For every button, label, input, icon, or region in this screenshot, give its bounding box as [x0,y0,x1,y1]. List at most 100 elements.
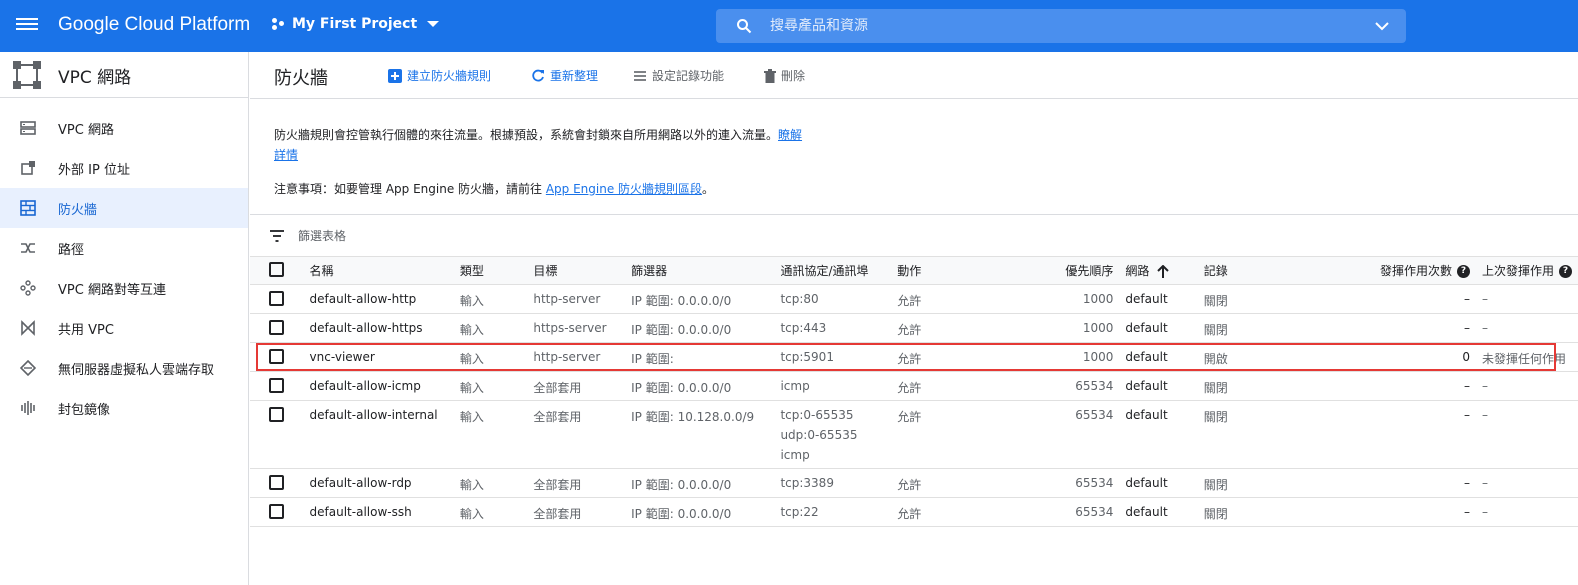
cell-name[interactable]: default-allow-internal [303,400,454,469]
row-checkbox[interactable] [269,475,284,490]
row-checkbox[interactable] [269,407,284,422]
protocol-entry: tcp:443 [780,321,827,335]
protocol-entry: icmp [780,448,810,462]
sidebar-item-firewall[interactable]: 防火牆 [0,188,248,228]
cell-name[interactable]: default-allow-http [303,284,454,314]
main-content: 防火牆 建立防火牆規則 重新整理 設定記錄功能 刪除 防火牆規則會控管執行個體的… [250,52,1578,585]
refresh-label: 重新整理 [550,69,599,83]
sidebar-item-shared-vpc[interactable]: 共用 VPC [0,308,248,348]
menu-icon[interactable] [16,15,38,37]
cell-logs: 關閉 [1197,371,1293,401]
cell-network[interactable]: default [1119,313,1198,343]
filter-table[interactable]: 篩選表格 [270,227,346,244]
cell-name[interactable]: vnc-viewer [303,342,454,372]
cell-last-hit: – [1475,497,1578,527]
chevron-down-icon[interactable] [1374,18,1390,34]
cell-last-hit: – [1475,371,1578,401]
sidebar-item-external-ip[interactable]: 外部 IP 位址 [0,148,248,188]
note-prefix: 注意事項：如要管理 App Engine 防火牆，請前往 [274,182,543,196]
cell-protocol: tcp:22 [774,497,892,527]
row-select-cell [250,497,304,527]
table-row[interactable]: default-allow-icmp 輸入 全部套用 IP 範圍: 0.0.0.0/0… [250,371,1578,401]
cell-network[interactable]: default [1119,400,1198,469]
cell-priority: 1000 [966,313,1120,343]
cell-name[interactable]: default-allow-https [303,313,454,343]
cell-network[interactable]: default [1119,342,1198,372]
sidebar-nav: VPC 網路 外部 IP 位址 防火牆 路徑 VPC 網路對等互連 共用 VPC… [0,108,248,428]
delete-button[interactable]: 刪除 [764,67,805,84]
cell-protocol: tcp:80 [774,284,892,314]
row-checkbox[interactable] [269,349,284,364]
cell-logs: 關閉 [1197,468,1293,498]
help-icon[interactable]: ? [1559,265,1572,278]
table-row[interactable]: default-allow-rdp 輸入 全部套用 IP 範圍: 0.0.0.0/0 t… [250,468,1578,498]
header-action[interactable]: 動作 [891,256,967,285]
network-header-label: 網路 [1125,264,1150,278]
header-hit-count[interactable]: 發揮作用次數? [1292,256,1476,285]
table-row[interactable]: default-allow-internal 輸入 全部套用 IP 範圍: 10.12… [250,400,1578,469]
firewall-description: 防火牆規則會控管執行個體的來往流量。根據預設，系統會封鎖來自所用網路以外的連入流… [274,125,814,165]
cell-action: 允許 [891,342,967,372]
cell-priority: 65534 [966,400,1120,469]
header-filter[interactable]: 篩選器 [625,256,775,285]
table-row[interactable]: default-allow-https 輸入 https-server IP 範圍: … [250,313,1578,343]
cell-network[interactable]: default [1119,371,1198,401]
help-icon[interactable]: ? [1456,265,1470,278]
header-network[interactable]: 網路 [1119,256,1198,285]
cell-spacer [1292,342,1367,372]
header-last-hit[interactable]: 上次發揮作用? [1475,256,1578,285]
cell-last-hit: – [1475,400,1578,469]
sidebar-item-vpc-network[interactable]: VPC 網路 [0,108,248,148]
cell-spacer [1292,371,1367,401]
cell-target: 全部套用 [527,400,626,469]
sidebar-item-serverless-access[interactable]: 無伺服器虛擬私人雲端存取 [0,348,248,388]
header-protocol[interactable]: 通訊協定/通訊埠 [774,256,892,285]
cell-protocol: tcp:5901 [774,342,892,372]
table-row[interactable]: default-allow-ssh 輸入 全部套用 IP 範圍: 0.0.0.0/0 t… [250,497,1578,527]
sidebar-item-label: 無伺服器虛擬私人雲端存取 [58,362,215,378]
sidebar-item-packet-mirroring[interactable]: 封包鏡像 [0,388,248,428]
cell-network[interactable]: default [1119,468,1198,498]
cell-protocol: tcp:443 [774,313,892,343]
cell-name[interactable]: default-allow-rdp [303,468,454,498]
cell-name[interactable]: default-allow-ssh [303,497,454,527]
row-checkbox[interactable] [269,320,284,335]
sidebar-item-routes[interactable]: 路徑 [0,228,248,268]
table-row[interactable]: vnc-viewer 輸入 http-server IP 範圍: tcp:5901 允許 1… [250,342,1578,372]
row-checkbox[interactable] [269,504,284,519]
refresh-button[interactable]: 重新整理 [531,67,598,84]
cell-name[interactable]: default-allow-icmp [303,371,454,401]
header-target[interactable]: 目標 [527,256,626,285]
brand-title[interactable]: Google Cloud Platform [58,14,250,36]
table-row[interactable]: default-allow-http 輸入 http-server IP 範圍: 0.… [250,284,1578,314]
select-all-checkbox[interactable] [269,262,284,277]
cell-target: 全部套用 [527,371,626,401]
create-firewall-rule-button[interactable]: 建立防火牆規則 [388,67,491,84]
header-name[interactable]: 名稱 [303,256,454,285]
project-selector[interactable]: My First Project [270,16,440,32]
configure-logs-button[interactable]: 設定記錄功能 [633,67,724,84]
header-priority[interactable]: 優先順序 [966,256,1120,285]
cell-action: 允許 [891,371,967,401]
cell-type: 輸入 [453,342,528,372]
cell-network[interactable]: default [1119,284,1198,314]
search-input[interactable] [770,9,1350,43]
row-select-cell [250,468,304,498]
cell-logs: 關閉 [1197,400,1293,469]
sidebar-item-label: 外部 IP 位址 [58,162,130,178]
cell-hit-count: – [1366,313,1476,343]
protocol-entry: tcp:0-65535 [780,408,854,422]
hit-count-header-label: 發揮作用次數 [1379,264,1452,278]
header-type[interactable]: 類型 [453,256,528,285]
cell-network[interactable]: default [1119,497,1198,527]
cell-priority: 1000 [966,284,1120,314]
sidebar-item-label: VPC 網路 [58,122,114,138]
header-logs[interactable]: 記錄 [1197,256,1293,285]
cell-logs: 關閉 [1197,497,1293,527]
cell-priority: 65534 [966,468,1120,498]
app-engine-rules-link[interactable]: App Engine 防火牆規則區段 [546,182,702,196]
sidebar-item-peering[interactable]: VPC 網路對等互連 [0,268,248,308]
cell-last-hit: – [1475,284,1578,314]
row-checkbox[interactable] [269,378,284,393]
row-checkbox[interactable] [269,291,284,306]
